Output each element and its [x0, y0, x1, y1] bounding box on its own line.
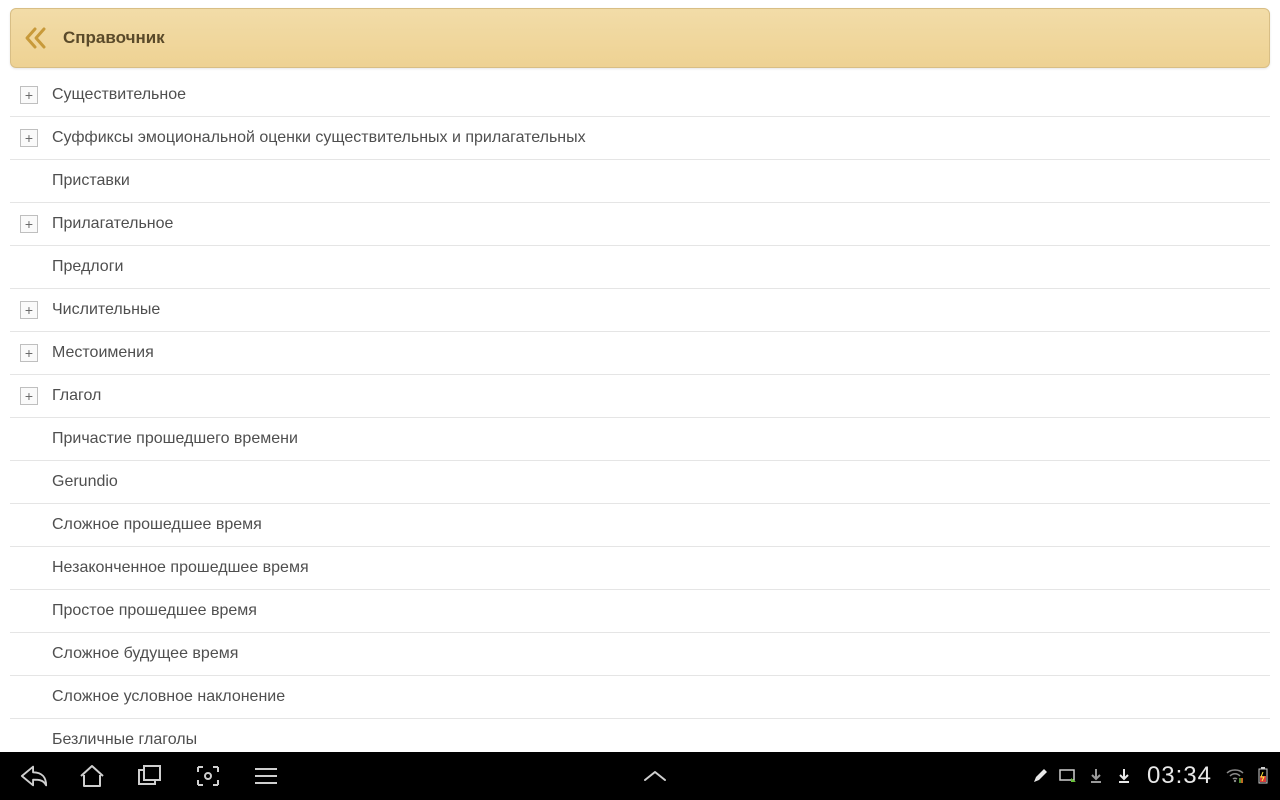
- list-item-label: Незаконченное прошедшее время: [52, 559, 309, 577]
- status-download-icon-1: [1087, 767, 1105, 785]
- list-item[interactable]: Сложное будущее время: [10, 633, 1270, 676]
- back-button[interactable]: [21, 23, 51, 53]
- expand-toggle[interactable]: +: [20, 387, 38, 405]
- list-item[interactable]: Сложное прошедшее время: [10, 504, 1270, 547]
- expand-spacer: [20, 430, 38, 448]
- list-item-label: Причастие прошедшего времени: [52, 430, 298, 448]
- status-wifi-icon: [1226, 767, 1244, 785]
- list-item[interactable]: Приставки: [10, 160, 1270, 203]
- expand-toggle[interactable]: +: [20, 301, 38, 319]
- expand-spacer: [20, 473, 38, 491]
- list-item[interactable]: + Местоимения: [10, 332, 1270, 375]
- download-icon: [1089, 768, 1103, 784]
- expand-spacer: [20, 258, 38, 276]
- nav-home-button[interactable]: [78, 762, 106, 790]
- status-battery-icon: [1254, 767, 1272, 785]
- expand-spacer: [20, 602, 38, 620]
- sysbar-right: 03:34: [1031, 762, 1272, 790]
- expand-toggle[interactable]: +: [20, 215, 38, 233]
- status-download-icon-2: [1115, 767, 1133, 785]
- reference-list: + Существительное + Суффиксы эмоциональной …: [10, 74, 1270, 752]
- list-item-label: Сложное прошедшее время: [52, 516, 262, 534]
- status-sync-icon: [1059, 767, 1077, 785]
- page-title: Справочник: [63, 28, 165, 48]
- list-item-label: Суффиксы эмоциональной оценки существите…: [52, 129, 586, 147]
- list-item-label: Прилагательное: [52, 215, 173, 233]
- expand-spacer: [20, 688, 38, 706]
- list-item-label: Сложное условное наклонение: [52, 688, 285, 706]
- pencil-icon: [1032, 768, 1048, 784]
- download-icon: [1117, 768, 1131, 784]
- screenshot-icon: [194, 763, 222, 789]
- back-arrow-icon: [20, 763, 48, 789]
- list-item[interactable]: + Суффиксы эмоциональной оценки существит…: [10, 117, 1270, 160]
- list-item[interactable]: Простое прошедшее время: [10, 590, 1270, 633]
- list-item[interactable]: + Существительное: [10, 74, 1270, 117]
- expand-spacer: [20, 172, 38, 190]
- battery-icon: [1257, 767, 1269, 785]
- recent-apps-icon: [136, 763, 164, 789]
- header-bar: Справочник: [10, 8, 1270, 68]
- expand-toggle[interactable]: +: [20, 86, 38, 104]
- list-item-label: Приставки: [52, 172, 130, 190]
- expand-spacer: [20, 731, 38, 749]
- sysbar-center: [280, 762, 1031, 790]
- list-item[interactable]: Сложное условное наклонение: [10, 676, 1270, 719]
- nav-expand-button[interactable]: [641, 762, 669, 790]
- list-item[interactable]: Gerundio: [10, 461, 1270, 504]
- list-item[interactable]: + Числительные: [10, 289, 1270, 332]
- nav-recent-button[interactable]: [136, 762, 164, 790]
- list-item-label: Сложное будущее время: [52, 645, 238, 663]
- list-item-label: Простое прошедшее время: [52, 602, 257, 620]
- wifi-icon: [1226, 768, 1244, 784]
- list-item-label: Безличные глаголы: [52, 731, 197, 749]
- list-item-label: Глагол: [52, 387, 101, 405]
- home-icon: [78, 763, 106, 789]
- content-area: Справочник + Существительное + Суффиксы эмо…: [0, 0, 1280, 752]
- list-item[interactable]: + Прилагательное: [10, 203, 1270, 246]
- list-item[interactable]: + Глагол: [10, 375, 1270, 418]
- list-item[interactable]: Незаконченное прошедшее время: [10, 547, 1270, 590]
- expand-toggle[interactable]: +: [20, 129, 38, 147]
- expand-spacer: [20, 645, 38, 663]
- chevron-up-icon: [641, 768, 669, 784]
- expand-toggle[interactable]: +: [20, 344, 38, 362]
- chevron-double-left-icon: [23, 25, 49, 51]
- nav-menu-button[interactable]: [252, 762, 280, 790]
- list-item-label: Предлоги: [52, 258, 123, 276]
- list-item-label: Числительные: [52, 301, 160, 319]
- list-item-label: Местоимения: [52, 344, 154, 362]
- system-navigation-bar: 03:34: [0, 752, 1280, 800]
- expand-spacer: [20, 516, 38, 534]
- list-item-label: Существительное: [52, 86, 186, 104]
- list-item[interactable]: Безличные глаголы: [10, 719, 1270, 752]
- status-edit-icon: [1031, 767, 1049, 785]
- nav-back-button[interactable]: [20, 762, 48, 790]
- sysbar-left: [8, 762, 280, 790]
- sync-icon: [1059, 768, 1077, 784]
- list-item-label: Gerundio: [52, 473, 118, 491]
- status-clock: 03:34: [1147, 762, 1212, 790]
- nav-screenshot-button[interactable]: [194, 762, 222, 790]
- expand-spacer: [20, 559, 38, 577]
- app-root: Справочник + Существительное + Суффиксы эмо…: [0, 0, 1280, 800]
- list-item[interactable]: Предлоги: [10, 246, 1270, 289]
- menu-icon: [253, 765, 279, 787]
- list-item[interactable]: Причастие прошедшего времени: [10, 418, 1270, 461]
